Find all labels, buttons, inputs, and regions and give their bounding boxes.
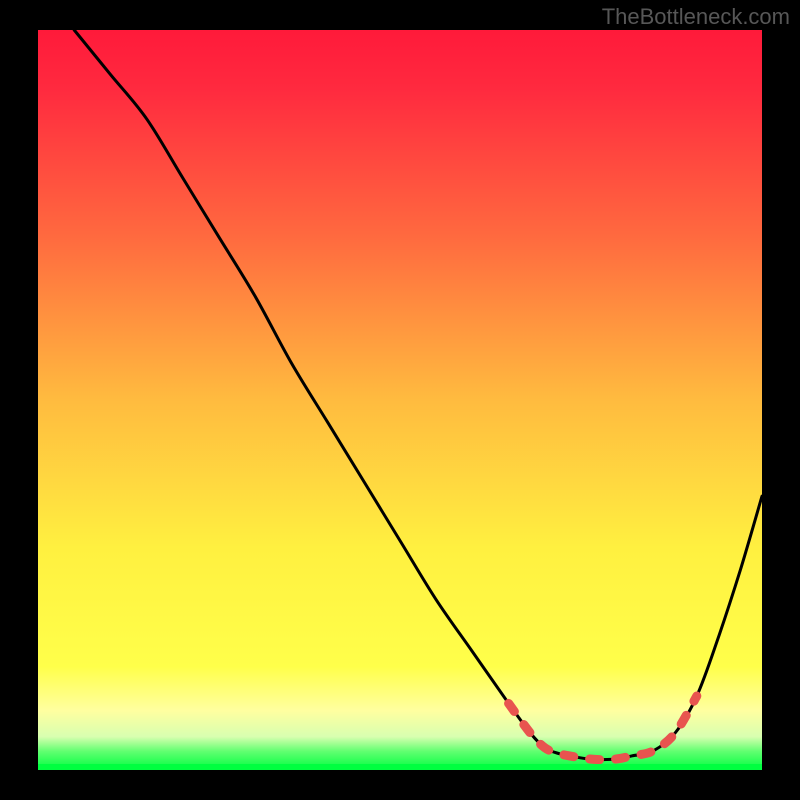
bottleneck-chart bbox=[0, 0, 800, 800]
green-baseline bbox=[38, 764, 762, 770]
plot-area bbox=[38, 30, 762, 770]
watermark-text: TheBottleneck.com bbox=[602, 4, 790, 30]
chart-container: TheBottleneck.com bbox=[0, 0, 800, 800]
